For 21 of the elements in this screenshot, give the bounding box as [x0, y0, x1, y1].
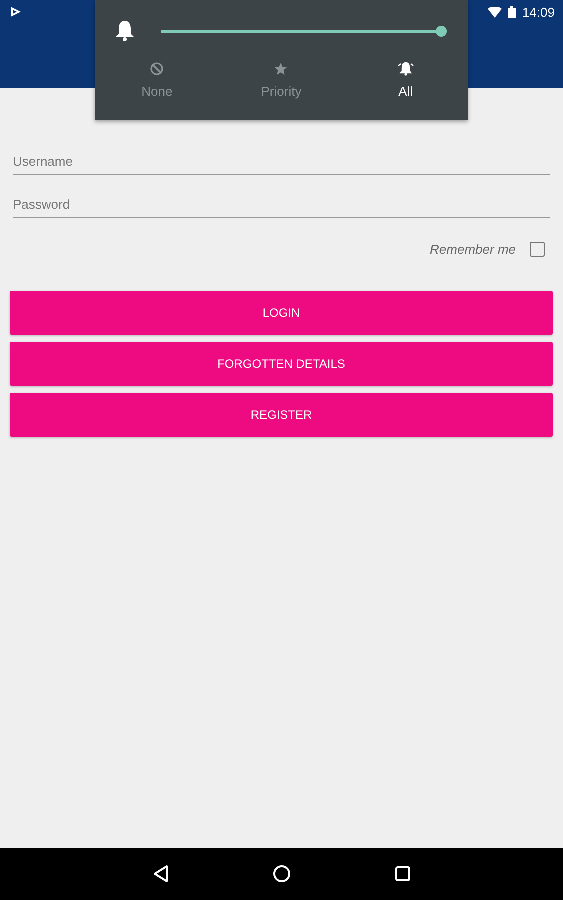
- bell-icon: [115, 20, 135, 42]
- star-icon: [274, 62, 288, 76]
- play-store-icon: [10, 6, 22, 18]
- mode-tab[interactable]: None: [95, 62, 220, 99]
- action-button[interactable]: REGISTER: [10, 393, 553, 437]
- action-button[interactable]: LOGIN: [10, 291, 553, 335]
- password-field[interactable]: Password: [13, 191, 550, 218]
- ringing-bell-icon: [398, 62, 414, 76]
- mode-tab[interactable]: Priority: [219, 62, 344, 99]
- battery-icon: [508, 6, 516, 18]
- wifi-icon: [488, 6, 502, 18]
- username-field[interactable]: Username: [13, 148, 550, 175]
- remember-me-checkbox[interactable]: [530, 242, 545, 257]
- remember-me-label: Remember me: [430, 242, 516, 257]
- action-button[interactable]: FORGOTTEN DETAILS: [10, 342, 553, 386]
- home-icon[interactable]: [272, 865, 290, 883]
- back-icon[interactable]: [152, 865, 168, 883]
- status-time: 14:09: [522, 4, 555, 20]
- blocked-icon: [150, 62, 164, 76]
- recents-icon[interactable]: [394, 866, 410, 882]
- mode-tab[interactable]: All: [344, 62, 468, 99]
